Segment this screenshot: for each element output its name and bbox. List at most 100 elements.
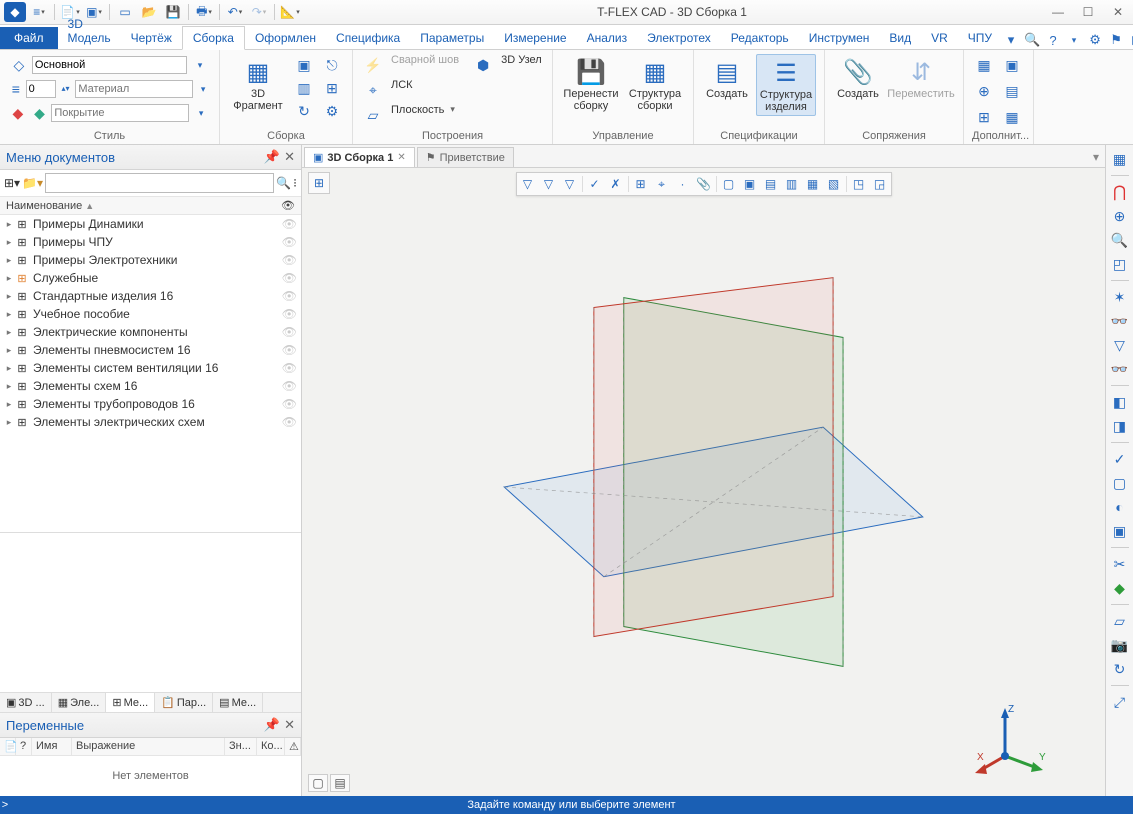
- rt-zoomfit-icon[interactable]: ⊕: [1109, 205, 1131, 227]
- docmenu-search-input[interactable]: [45, 173, 274, 193]
- list-item[interactable]: ▸⊞Примеры Динамики👁: [0, 215, 301, 233]
- list-item[interactable]: ▸⊞Элементы пневмосистем 16👁: [0, 341, 301, 359]
- tab-vr[interactable]: VR: [921, 27, 958, 49]
- node3d-icon[interactable]: ⬢: [471, 54, 495, 76]
- panel-close-icon[interactable]: ✕: [284, 149, 295, 165]
- list-item[interactable]: ▸⊞Учебное пособие👁: [0, 305, 301, 323]
- app-icon[interactable]: ◆: [4, 2, 26, 22]
- menu-icon[interactable]: ≡▾: [28, 2, 50, 22]
- list-item[interactable]: ▸⊞Примеры Электротехники👁: [0, 251, 301, 269]
- level-icon[interactable]: ≡: [8, 78, 24, 100]
- visibility-column-icon[interactable]: 👁: [281, 199, 295, 212]
- layer-drop-icon[interactable]: ▾: [189, 54, 211, 76]
- lsk-icon[interactable]: ⌖: [361, 79, 385, 101]
- doctab-active[interactable]: ▣ 3D Сборка 1 ✕: [304, 147, 415, 167]
- rt-render-icon[interactable]: ▣: [1109, 520, 1131, 542]
- tab-electro[interactable]: Электротех: [637, 27, 721, 49]
- rt-zoomwin-icon[interactable]: ◰: [1109, 253, 1131, 275]
- panetab-menu2[interactable]: ▤Ме...: [213, 693, 263, 712]
- list-item[interactable]: ▸⊞Элементы трубопроводов 16👁: [0, 395, 301, 413]
- measure-icon[interactable]: 📐▾: [279, 2, 301, 22]
- doclist-header[interactable]: Наименование ▲ 👁: [0, 197, 301, 215]
- tab-drawing[interactable]: Чертёж: [121, 27, 182, 49]
- tab-assembly[interactable]: Сборка: [182, 26, 245, 50]
- rt-zoomin-icon[interactable]: 🔍: [1109, 229, 1131, 251]
- axis-triad[interactable]: Z Y X: [975, 698, 1055, 778]
- tab-design[interactable]: Оформлен: [245, 27, 326, 49]
- vars-close-icon[interactable]: ✕: [284, 717, 295, 733]
- panetab-params[interactable]: 📋Пар...: [155, 693, 213, 712]
- help-icon[interactable]: ?: [1044, 31, 1062, 49]
- rt-magnet-icon[interactable]: ⋂: [1109, 181, 1131, 203]
- search-icon[interactable]: 🔍: [1023, 31, 1041, 49]
- spec-create-button[interactable]: ▤ Создать: [702, 54, 752, 102]
- vp-view1-icon[interactable]: ▢: [308, 774, 328, 792]
- rt-view1-icon[interactable]: ✶: [1109, 286, 1131, 308]
- save-icon[interactable]: 💾: [162, 2, 184, 22]
- vars-pin-icon[interactable]: 📌: [264, 717, 280, 733]
- plane-label[interactable]: Плоскость: [391, 104, 444, 126]
- rt-persp-icon[interactable]: ▱: [1109, 610, 1131, 632]
- tree-icon[interactable]: ⊞▾: [4, 176, 20, 190]
- minimize-button[interactable]: —: [1043, 2, 1073, 22]
- list-item[interactable]: ▸⊞Служебные👁: [0, 269, 301, 287]
- extra-icon-5[interactable]: ⊞: [972, 106, 996, 128]
- mate-move-button[interactable]: ⇵ Переместить: [887, 54, 955, 102]
- layer-icon[interactable]: ◇: [8, 54, 30, 76]
- level-input[interactable]: [26, 80, 56, 98]
- tab-measure[interactable]: Измерение: [494, 27, 576, 49]
- assem-gear-icon[interactable]: ⚙: [320, 100, 344, 122]
- undo-icon[interactable]: ↶▾: [224, 2, 246, 22]
- flag-icon[interactable]: ⚑: [1107, 31, 1125, 49]
- tab-params[interactable]: Параметры: [410, 27, 494, 49]
- open-icon[interactable]: 📂: [138, 2, 160, 22]
- rt-check-icon[interactable]: ✓: [1109, 448, 1131, 470]
- mate-create-button[interactable]: 📎 Создать: [833, 54, 883, 102]
- node3d-label[interactable]: 3D Узел: [501, 54, 542, 76]
- lsk-label[interactable]: ЛСК: [391, 79, 413, 101]
- rt-refresh-icon[interactable]: ↻: [1109, 658, 1131, 680]
- name-column[interactable]: Наименование: [6, 200, 82, 212]
- rt-glasses2-icon[interactable]: 👓: [1109, 358, 1131, 380]
- maximize-button[interactable]: ☐: [1073, 2, 1103, 22]
- search-go-icon[interactable]: 🔍: [276, 176, 291, 190]
- pin-icon[interactable]: 📌: [264, 149, 280, 165]
- gear-icon[interactable]: ⚙: [1086, 31, 1104, 49]
- rt-expand-icon[interactable]: ⤢: [1109, 691, 1131, 713]
- doctabs-dropdown-icon[interactable]: ▾: [1087, 147, 1105, 167]
- doclist[interactable]: ▸⊞Примеры Динамики👁▸⊞Примеры ЧПУ👁▸⊞Приме…: [0, 215, 301, 532]
- rt-cube-blue-icon[interactable]: ◨: [1109, 415, 1131, 437]
- plane-icon[interactable]: ▱: [361, 104, 385, 126]
- list-item[interactable]: ▸⊞Электрические компоненты👁: [0, 323, 301, 341]
- doctab-close-icon[interactable]: ✕: [397, 152, 405, 163]
- assem-box-icon[interactable]: ▣: [292, 54, 316, 76]
- panetab-elem[interactable]: ▦Эле...: [52, 693, 107, 712]
- rt-section-icon[interactable]: ✂: [1109, 553, 1131, 575]
- panetab-3d[interactable]: ▣3D ...: [0, 693, 52, 712]
- list-item[interactable]: ▸⊞Элементы схем 16👁: [0, 377, 301, 395]
- doctab-welcome[interactable]: ⚑ Приветствие: [417, 147, 514, 167]
- material-drop-icon[interactable]: ▾: [195, 78, 211, 100]
- rt-top-icon[interactable]: ▦: [1109, 148, 1131, 170]
- level-stepper[interactable]: ▴▾: [58, 78, 74, 100]
- tab-tools[interactable]: Инструмен: [799, 27, 880, 49]
- product-struct-button[interactable]: ☰ Структура изделия: [756, 54, 816, 116]
- panetab-menu[interactable]: ⊞Ме...: [106, 693, 155, 712]
- extra-icon-2[interactable]: ▣: [1000, 54, 1024, 76]
- tab-cnc[interactable]: ЧПУ: [958, 27, 1002, 49]
- rt-green-icon[interactable]: ◆: [1109, 577, 1131, 599]
- rt-cube-red-icon[interactable]: ◧: [1109, 391, 1131, 413]
- rt-tri-icon[interactable]: ▽: [1109, 334, 1131, 356]
- weld-label[interactable]: Сварной шов: [391, 54, 459, 76]
- move-assembly-button[interactable]: 💾 Перенести сборку: [561, 54, 621, 114]
- folder-icon[interactable]: 📁▾: [22, 176, 43, 190]
- assem-many-icon[interactable]: ▥: [292, 77, 316, 99]
- tab-spec[interactable]: Специфика: [326, 27, 410, 49]
- extra-icon-1[interactable]: ▦: [972, 54, 996, 76]
- close-button[interactable]: ✕: [1103, 2, 1133, 22]
- assem-link-icon[interactable]: ⎋: [320, 54, 344, 76]
- fragment-button[interactable]: ▦ 3D Фрагмент: [228, 54, 288, 114]
- assem-rotate-icon[interactable]: ↻: [292, 100, 316, 122]
- assem-split-icon[interactable]: ⊞: [320, 77, 344, 99]
- filter-icon[interactable]: ⁝: [293, 176, 297, 190]
